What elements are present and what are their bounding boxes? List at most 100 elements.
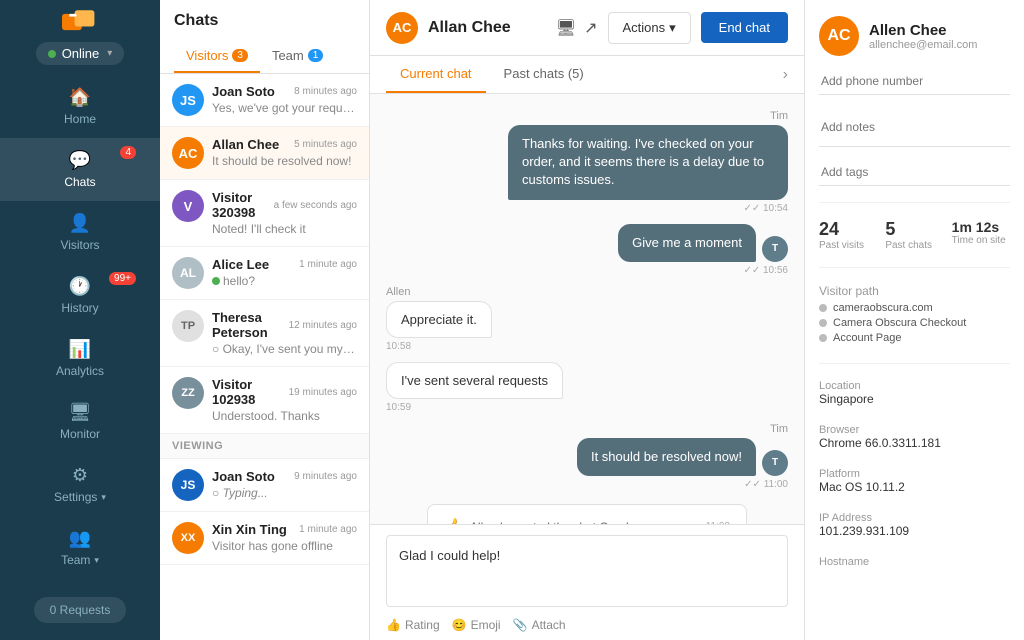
tab-past-chats[interactable]: Past chats (5) xyxy=(490,56,598,93)
thumbs-up-icon: 👍 xyxy=(444,517,464,524)
chat-sub-tabs: Current chat Past chats (5) › xyxy=(370,56,804,94)
chat-info: Alice Lee 1 minute ago hello? xyxy=(212,257,357,288)
status-chevron-icon: ▾ xyxy=(107,48,112,59)
sidebar-item-label-chats: Chats xyxy=(64,175,95,189)
rating-toolbar-item[interactable]: 👍 Rating xyxy=(386,618,440,632)
tab-team[interactable]: Team 1 xyxy=(260,40,335,73)
actions-button[interactable]: Actions ▾ xyxy=(608,12,691,44)
sidebar-item-history[interactable]: 🕐 History 99+ xyxy=(0,264,160,327)
chat-info: Xin Xin Ting 1 minute ago Visitor has go… xyxy=(212,522,357,553)
sidebar-item-label-team: Team xyxy=(61,553,90,567)
right-contact-email: allenchee@email.com xyxy=(869,39,977,51)
avatar: V xyxy=(172,190,204,222)
list-item[interactable]: AC Allan Chee 5 minutes ago It should be… xyxy=(160,127,369,180)
chat-list-title: Chats xyxy=(174,12,355,30)
screen-monitor-icon[interactable]: 🖥 xyxy=(556,18,576,38)
message-group: Tim It should be resolved now! T ✓✓ 11:0… xyxy=(386,423,788,490)
ip-info: IP Address 101.239.931.109 xyxy=(819,512,1010,538)
tab-visitors-label: Visitors xyxy=(186,48,228,63)
tab-team-label: Team xyxy=(272,48,304,63)
sidebar-item-label-visitors: Visitors xyxy=(60,238,99,252)
chat-time: 9 minutes ago xyxy=(294,471,357,482)
sidebar-item-home[interactable]: 🏠 Home xyxy=(0,75,160,138)
path-item-text: Camera Obscura Checkout xyxy=(833,317,966,329)
tabs-arrow-icon[interactable]: › xyxy=(783,66,788,84)
platform-info: Platform Mac OS 10.11.2 xyxy=(819,468,1010,494)
chat-name: Alice Lee xyxy=(212,257,269,272)
chat-time: 8 minutes ago xyxy=(294,86,357,97)
location-info: Location Singapore xyxy=(819,380,1010,406)
right-contact-info: Allen Chee allenchee@email.com xyxy=(869,22,977,51)
chat-time: a few seconds ago xyxy=(274,200,357,211)
emoji-toolbar-icon: 😊 xyxy=(452,618,467,632)
chat-name: Xin Xin Ting xyxy=(212,522,287,537)
chat-info: Joan Soto 9 minutes ago ○ Typing... xyxy=(212,469,357,500)
message-sender-label: Tim xyxy=(770,423,788,435)
path-item: Account Page xyxy=(819,332,1010,344)
list-item[interactable]: V Visitor 320398 a few seconds ago Noted… xyxy=(160,180,369,247)
tab-current-chat[interactable]: Current chat xyxy=(386,56,486,93)
requests-button[interactable]: 0 Requests xyxy=(34,597,127,623)
chat-time: 19 minutes ago xyxy=(289,387,357,398)
list-item[interactable]: ZZ Visitor 102938 19 minutes ago Underst… xyxy=(160,367,369,434)
avatar: AC xyxy=(172,137,204,169)
chat-tabs: Visitors 3 Team 1 xyxy=(174,40,355,73)
phone-input[interactable] xyxy=(819,68,1010,95)
sidebar: Online ▾ 🏠 Home 💬 Chats 4 👤 Visitors 🕐 H… xyxy=(0,0,160,640)
viewing-section-label: VIEWING xyxy=(160,434,369,459)
right-contact-avatar: AC xyxy=(819,16,859,56)
chat-preview: ○ Typing... xyxy=(212,486,357,500)
avatar: TP xyxy=(172,310,204,342)
transfer-icon[interactable]: ↗ xyxy=(584,18,597,38)
home-icon: 🏠 xyxy=(69,87,91,108)
visitors-icon: 👤 xyxy=(69,213,91,234)
chat-info: Visitor 320398 a few seconds ago Noted! … xyxy=(212,190,357,236)
logo xyxy=(60,10,100,34)
chat-name: Joan Soto xyxy=(212,84,275,99)
visitor-path-label: Visitor path xyxy=(819,284,1010,298)
stat-value: 5 xyxy=(885,219,943,240)
list-item[interactable]: JS Joan Soto 9 minutes ago ○ Typing... xyxy=(160,459,369,512)
sidebar-item-visitors[interactable]: 👤 Visitors xyxy=(0,201,160,264)
tags-input[interactable] xyxy=(819,159,1010,186)
message-group: Tim Thanks for waiting. I've checked on … xyxy=(386,110,788,214)
attach-toolbar-item[interactable]: 📎 Attach xyxy=(513,618,566,632)
chat-preview: Visitor has gone offline xyxy=(212,539,357,553)
platform-label: Platform xyxy=(819,468,1010,480)
sidebar-bottom: 0 Requests xyxy=(34,579,127,633)
end-chat-button[interactable]: End chat xyxy=(701,12,788,43)
list-item[interactable]: XX Xin Xin Ting 1 minute ago Visitor has… xyxy=(160,512,369,565)
monitor-icon: 🖥 xyxy=(69,402,92,423)
chat-input[interactable]: Glad I could help! xyxy=(386,535,788,607)
emoji-toolbar-item[interactable]: 😊 Emoji xyxy=(452,618,501,632)
chat-name: Joan Soto xyxy=(212,469,275,484)
path-item-text: cameraobscura.com xyxy=(833,302,933,314)
list-item[interactable]: TP Theresa Peterson 12 minutes ago ○ Oka… xyxy=(160,300,369,367)
avatar: JS xyxy=(172,469,204,501)
notes-input[interactable] xyxy=(819,107,1010,147)
path-item: cameraobscura.com xyxy=(819,302,1010,314)
sidebar-item-team[interactable]: 👥 Team ▾ xyxy=(0,516,160,579)
attach-toolbar-label: Attach xyxy=(532,618,566,632)
chat-info: Theresa Peterson 12 minutes ago ○ Okay, … xyxy=(212,310,357,356)
chat-name: Theresa Peterson xyxy=(212,310,289,340)
tab-visitors[interactable]: Visitors 3 xyxy=(174,40,260,73)
sidebar-item-label-monitor: Monitor xyxy=(60,427,100,441)
path-item: Camera Obscura Checkout xyxy=(819,317,1010,329)
agent-avatar-sm: T xyxy=(762,450,788,476)
message-group: I've sent several requests 10:59 xyxy=(386,362,788,413)
sidebar-item-monitor[interactable]: 🖥 Monitor xyxy=(0,390,160,453)
browser-info: Browser Chrome 66.0.3311.181 xyxy=(819,424,1010,450)
history-icon: 🕐 xyxy=(69,276,91,297)
sidebar-item-label-analytics: Analytics xyxy=(56,364,104,378)
right-contact-header: AC Allen Chee allenchee@email.com xyxy=(819,16,1010,56)
chat-main: AC Allan Chee 🖥 ↗ Actions ▾ End chat Cur… xyxy=(370,0,804,640)
chat-time: 1 minute ago xyxy=(299,259,357,270)
status-selector[interactable]: Online ▾ xyxy=(36,42,125,65)
sidebar-item-settings[interactable]: ⚙ Settings ▾ xyxy=(0,453,160,516)
status-dot xyxy=(48,50,56,58)
list-item[interactable]: JS Joan Soto 8 minutes ago Yes, we've go… xyxy=(160,74,369,127)
list-item[interactable]: AL Alice Lee 1 minute ago hello? xyxy=(160,247,369,300)
sidebar-item-analytics[interactable]: 📊 Analytics xyxy=(0,327,160,390)
sidebar-item-chats[interactable]: 💬 Chats 4 xyxy=(0,138,160,201)
